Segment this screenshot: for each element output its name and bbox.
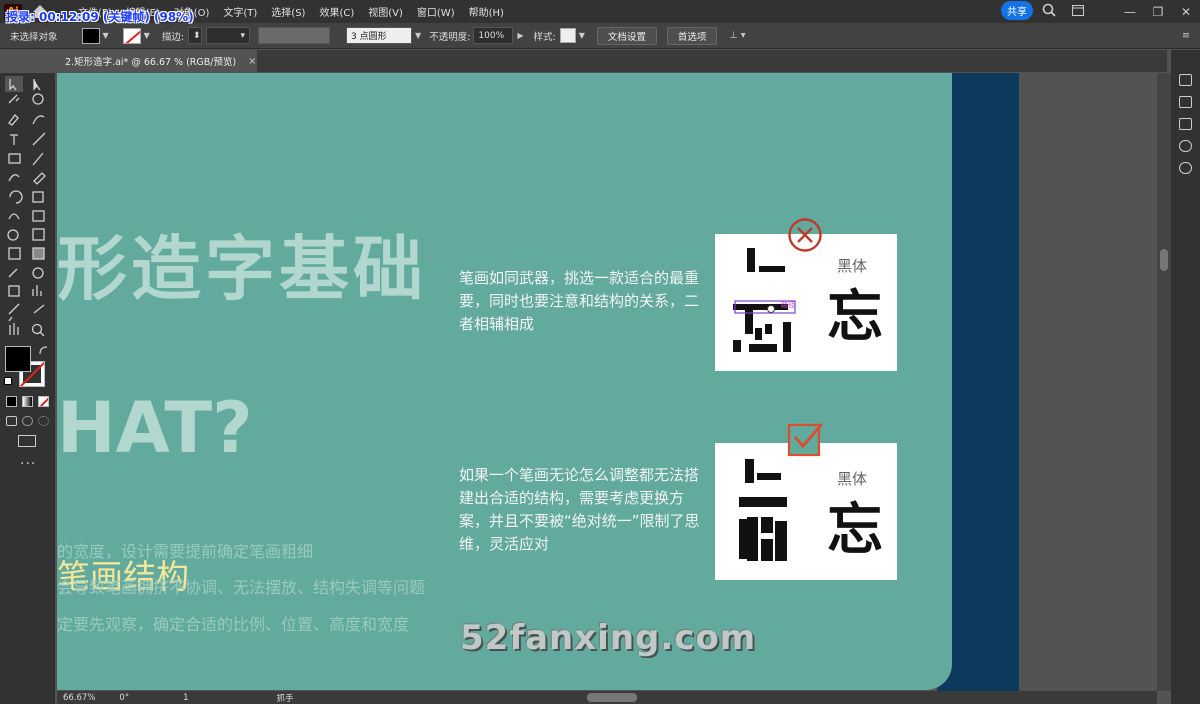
document-setup-button[interactable]: 文档设置 (596, 26, 657, 45)
variable-width-field[interactable] (258, 27, 331, 44)
horizontal-scroll-thumb[interactable] (587, 693, 637, 702)
current-tool: 抓手 (276, 693, 294, 704)
stroke-stepper[interactable]: ⬍ (188, 27, 203, 44)
layers-icon[interactable] (1179, 96, 1192, 108)
style-label: 样式: (533, 31, 556, 43)
comparison-card-good: 黑体 忘 (715, 443, 897, 580)
reference-glyph: 忘 (827, 285, 883, 350)
screen-mode-icon[interactable] (18, 435, 36, 447)
menu-type[interactable]: 文字(T) (223, 4, 257, 19)
draw-normal-icon[interactable] (6, 416, 17, 426)
card-label: 黑体 (837, 470, 868, 488)
close-window-icon[interactable]: ✕ (1172, 5, 1200, 19)
menu-view[interactable]: 视图(V) (368, 4, 403, 19)
zoom-level[interactable]: 66.67% (63, 693, 95, 703)
illustrator-window: 授录: 00:12:09 (关键帧) (98%) Ai 文件(F) 编辑(E) … (0, 0, 1200, 704)
document-tab-bar: 2.矩形造字.ai* @ 66.67 % (RGB/预览) × (57, 50, 1167, 72)
opacity-field[interactable]: 100% (473, 27, 514, 44)
constructed-glyph (739, 459, 787, 561)
document-tab[interactable]: 2.矩形造字.ai* @ 66.67 % (RGB/预览) × (57, 50, 257, 72)
style-swatch[interactable] (559, 28, 576, 43)
constructed-glyph (733, 248, 796, 352)
canvas-area[interactable]: 形造字基础 HAT? 笔画结构 的宽度，设计需要提前确定笔画粗细 会导致笔画拥挤… (57, 73, 1167, 691)
comparison-card-bad: 黑体 路径 忘 (715, 234, 897, 371)
artboard-number[interactable]: 1 (183, 693, 188, 703)
fill-color-box[interactable] (5, 346, 31, 372)
recording-overlay: 授录: 00:12:09 (关键帧) (98%) (6, 10, 194, 24)
chevron-down-icon[interactable]: ▼ (415, 31, 421, 40)
paragraph-2: 如果一个笔画无论怎么调整都无法搭建出合适的结构，需要考虑更换方案，并且不要被“绝… (459, 466, 700, 553)
right-panel-strip (1171, 50, 1200, 704)
workspace-icon[interactable] (1072, 5, 1084, 16)
chevron-down-icon[interactable]: ▼ (103, 31, 109, 40)
libraries-icon[interactable] (1179, 118, 1192, 130)
none-mode-icon[interactable] (38, 396, 49, 407)
arrange-icon[interactable]: ⊥ ▾ (729, 30, 745, 41)
symbols-icon[interactable] (1179, 162, 1192, 174)
big-what-text: HAT? (57, 387, 253, 469)
desc-line-2: 会导致笔画拥挤不协调、无法摆放、结构失调等问题 (57, 578, 426, 597)
chevron-down-icon[interactable]: ▼ (579, 31, 585, 40)
paragraph-1: 笔画如同武器，挑选一款适合的最重要，同时也要注意和结构的关系，二者相辅相成 (459, 269, 700, 333)
minimize-icon[interactable]: — (1116, 5, 1144, 19)
stroke-label: 描边: (161, 31, 185, 43)
share-button[interactable]: 共享 (1001, 1, 1033, 20)
preferences-button[interactable]: 首选项 (666, 26, 718, 45)
tools-grid (5, 76, 46, 337)
chevron-down-icon[interactable]: ▼ (144, 31, 150, 40)
watermark: 52fanxing.com (460, 618, 757, 658)
document-tab-title: 2.矩形造字.ai* @ 66.67 % (RGB/预览) (65, 57, 237, 68)
default-colors-icon[interactable] (4, 377, 12, 385)
menu-select[interactable]: 选择(S) (271, 4, 305, 19)
check-mark-icon (787, 423, 824, 457)
swap-colors-icon[interactable] (38, 345, 50, 357)
panel-menu-icon[interactable]: ≡ (1182, 30, 1190, 41)
card-label: 黑体 (837, 257, 868, 275)
window-controls: — ❐ ✕ (1116, 0, 1200, 23)
menu-effect[interactable]: 效果(C) (319, 4, 354, 19)
brush-field[interactable]: 3 点圆形 (346, 27, 413, 44)
tools-panel: ··· (0, 73, 55, 704)
menu-window[interactable]: 窗口(W) (417, 4, 455, 19)
opacity-label: 不透明度: (429, 31, 471, 43)
more-tools-icon[interactable]: ··· (20, 456, 36, 472)
chevron-right-icon[interactable]: ▶ (517, 31, 523, 40)
draw-inside-icon[interactable] (38, 416, 49, 426)
control-bar: 未选择对象 ▼ ▼ 描边: ⬍ ▾ 3 点圆形 ▼ 不透明度: 100% ▶ 样… (0, 23, 1200, 49)
fill-swatch[interactable] (81, 27, 100, 44)
color-mode-icon[interactable] (6, 396, 17, 407)
selection-status: 未选择对象 (10, 31, 58, 43)
status-bar: 66.67% 0° 1 抓手 (57, 691, 1157, 704)
properties-icon[interactable] (1179, 74, 1192, 86)
gradient-mode-icon[interactable] (22, 396, 33, 407)
rotation-value[interactable]: 0° (119, 693, 129, 703)
path-hint: 路径 (781, 301, 795, 309)
big-title: 形造字基础 (57, 228, 427, 310)
menu-help[interactable]: 帮助(H) (469, 4, 504, 19)
maximize-icon[interactable]: ❐ (1144, 5, 1172, 19)
desc-line-3: 定要先观察，确定合适的比例、位置、高度和宽度 (57, 615, 410, 634)
scroll-thumb[interactable] (1160, 249, 1168, 271)
vertical-scrollbar[interactable] (1157, 73, 1171, 691)
error-x-icon (788, 218, 822, 252)
reference-glyph: 忘 (827, 498, 883, 563)
puppet-icon[interactable] (1179, 140, 1192, 152)
search-icon[interactable] (1042, 3, 1056, 17)
desc-line-1: 的宽度，设计需要提前确定笔画粗细 (57, 542, 314, 561)
stroke-weight-field[interactable]: ▾ (206, 27, 251, 44)
draw-behind-icon[interactable] (22, 416, 33, 426)
stroke-swatch[interactable] (122, 27, 141, 44)
close-tab-icon[interactable]: × (248, 56, 256, 67)
